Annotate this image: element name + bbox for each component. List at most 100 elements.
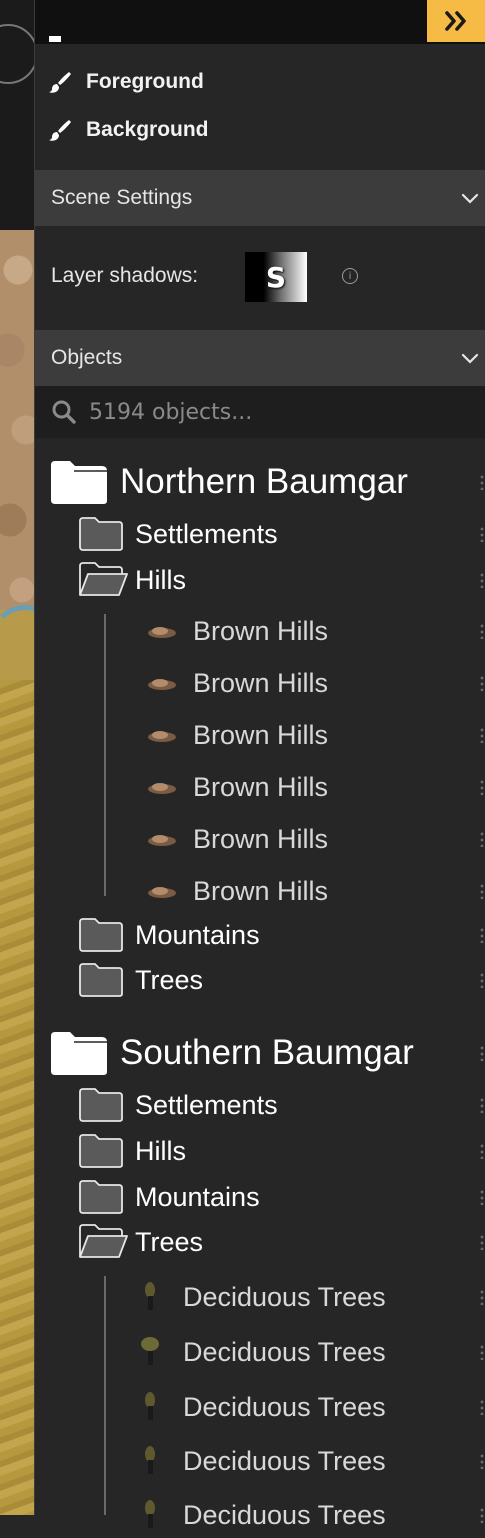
- tree-label: Brown Hills: [193, 719, 329, 750]
- brush-icon: [49, 72, 71, 93]
- layer-shadows-setting: Layer shadows: S: [35, 225, 485, 331]
- tree-folder-trees[interactable]: Trees: [35, 959, 485, 1001]
- map-hills: [0, 230, 36, 610]
- tree-item-deciduous-trees[interactable]: Deciduous Trees: [35, 1438, 485, 1484]
- brown-hills-icon: [148, 679, 176, 690]
- drag-handle-icon[interactable]: [480, 779, 484, 795]
- tree-label: Brown Hills: [193, 615, 329, 646]
- folder-open-icon: [79, 1224, 128, 1258]
- drag-handle-icon[interactable]: [480, 972, 484, 988]
- tree-folder-settlements[interactable]: Settlements: [35, 1084, 485, 1126]
- deciduous-tree-icon: [145, 1446, 155, 1474]
- tree-item-deciduous-trees[interactable]: Deciduous Trees: [35, 1274, 485, 1320]
- drag-handle-icon[interactable]: [480, 831, 484, 847]
- tree-folder-hills[interactable]: Hills: [35, 559, 485, 601]
- tree-item-deciduous-trees[interactable]: Deciduous Trees: [35, 1384, 485, 1430]
- tree-folder-hills[interactable]: Hills: [35, 1130, 485, 1172]
- folder-icon: [79, 963, 123, 997]
- deciduous-tree-icon: [141, 1337, 159, 1365]
- drag-handle-icon[interactable]: [480, 1399, 484, 1415]
- chevron-down-icon: [461, 353, 479, 364]
- tree-label: Trees: [135, 1226, 204, 1257]
- tree-item-brown-hills[interactable]: Brown Hills: [35, 661, 485, 705]
- clipped-row: [47, 30, 427, 44]
- drag-handle-icon[interactable]: [480, 526, 484, 542]
- section-title: Objects: [51, 346, 123, 369]
- deciduous-tree-icon: [145, 1282, 155, 1310]
- double-chevron-right-icon: [444, 11, 466, 31]
- drag-handle-icon[interactable]: [480, 883, 484, 899]
- tree-label: Deciduous Trees: [183, 1336, 386, 1367]
- layer-label: Foreground: [86, 70, 204, 93]
- chevron-down-icon: [461, 193, 479, 204]
- tree-group-southern-baumgar[interactable]: Southern Baumgar: [35, 1029, 485, 1077]
- drag-handle-icon[interactable]: [480, 675, 484, 691]
- tree-item-deciduous-trees[interactable]: Deciduous Trees: [35, 1329, 485, 1375]
- tree-label: Hills: [135, 1135, 186, 1166]
- section-title: Scene Settings: [51, 186, 193, 209]
- drag-handle-icon[interactable]: [480, 1289, 484, 1305]
- tree-item-brown-hills[interactable]: Brown Hills: [35, 609, 485, 653]
- drag-handle-icon[interactable]: [480, 572, 484, 588]
- drag-handle-icon[interactable]: [480, 474, 484, 490]
- drag-handle-icon[interactable]: [480, 623, 484, 639]
- folder-icon: [79, 1180, 123, 1214]
- drag-handle-icon[interactable]: [480, 1189, 484, 1205]
- drag-handle-icon[interactable]: [480, 727, 484, 743]
- folder-icon: [79, 918, 123, 952]
- brown-hills-icon: [148, 835, 176, 846]
- panel-topbar: [35, 0, 485, 44]
- layer-shadows-label: Layer shadows:: [51, 264, 199, 287]
- layer-shadows-preview-button[interactable]: S: [245, 252, 307, 302]
- tree-label: Brown Hills: [193, 667, 329, 698]
- brown-hills-icon: [148, 887, 176, 898]
- tree-item-brown-hills[interactable]: Brown Hills: [35, 713, 485, 757]
- folder-icon: [79, 1088, 123, 1122]
- brown-hills-icon: [148, 627, 176, 638]
- folder-open-icon: [79, 562, 128, 596]
- collapse-panel-button[interactable]: [427, 0, 485, 42]
- info-icon[interactable]: i: [342, 268, 358, 284]
- tree-group-northern-baumgar[interactable]: Northern Baumgar: [35, 458, 485, 506]
- tree-label: Deciduous Trees: [183, 1445, 386, 1476]
- tree-label: Trees: [135, 964, 204, 995]
- tree-item-deciduous-trees[interactable]: Deciduous Trees: [35, 1492, 485, 1538]
- map-grassland: [0, 680, 36, 1515]
- deciduous-tree-icon: [145, 1500, 155, 1528]
- tree-label: Northern Baumgar: [120, 462, 408, 501]
- object-search: [35, 386, 485, 438]
- tree-item-brown-hills[interactable]: Brown Hills: [35, 817, 485, 861]
- drag-handle-icon[interactable]: [480, 927, 484, 943]
- tree-label: Settlements: [135, 1089, 278, 1120]
- tree-item-brown-hills[interactable]: Brown Hills: [35, 765, 485, 809]
- map-canvas[interactable]: [0, 0, 36, 1515]
- shadow-preview-letter: S: [265, 260, 287, 294]
- brown-hills-icon: [148, 783, 176, 794]
- search-input[interactable]: [89, 394, 469, 430]
- folder-icon: [79, 1134, 123, 1168]
- brown-hills-icon: [148, 731, 176, 742]
- brush-icon: [49, 120, 71, 141]
- tree-folder-trees[interactable]: Trees: [35, 1221, 485, 1263]
- drag-handle-icon[interactable]: [480, 1453, 484, 1469]
- tree-folder-mountains[interactable]: Mountains: [35, 1176, 485, 1218]
- scene-settings-header[interactable]: Scene Settings: [35, 170, 485, 226]
- tree-item-brown-hills[interactable]: Brown Hills: [35, 869, 485, 913]
- drag-handle-icon[interactable]: [480, 1097, 484, 1113]
- drag-handle-icon[interactable]: [480, 1344, 484, 1360]
- layer-row-background[interactable]: Background: [35, 106, 485, 154]
- folder-icon: [79, 517, 123, 551]
- tree-label: Mountains: [135, 919, 260, 950]
- drag-handle-icon[interactable]: [480, 1045, 484, 1061]
- tree-folder-settlements[interactable]: Settlements: [35, 513, 485, 555]
- layer-row-foreground[interactable]: Foreground: [35, 58, 485, 106]
- tree-label: Deciduous Trees: [183, 1281, 386, 1312]
- drag-handle-icon[interactable]: [480, 1234, 484, 1250]
- map-river: [0, 605, 36, 675]
- drag-handle-icon[interactable]: [480, 1507, 484, 1523]
- objects-header[interactable]: Objects: [35, 330, 485, 386]
- drag-handle-icon[interactable]: [480, 1143, 484, 1159]
- folder-icon: [51, 461, 107, 504]
- tree-label: Deciduous Trees: [183, 1391, 386, 1422]
- tree-folder-mountains[interactable]: Mountains: [35, 914, 485, 956]
